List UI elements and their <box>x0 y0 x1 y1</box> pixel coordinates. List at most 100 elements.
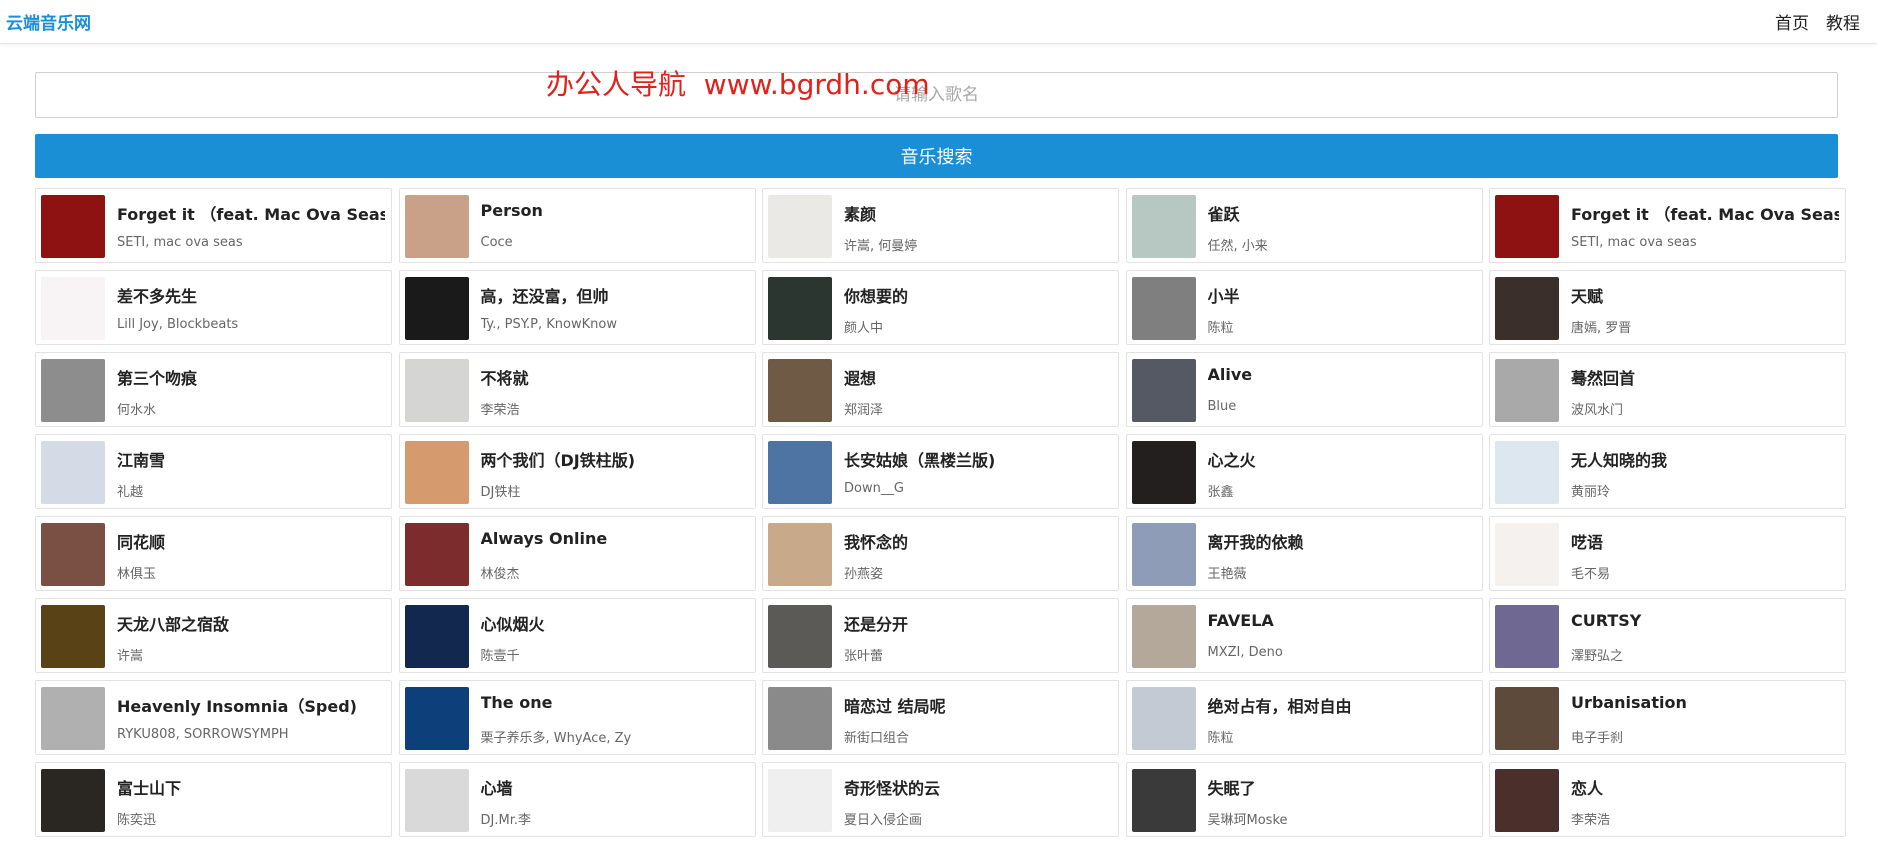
song-card[interactable]: 第三个吻痕 何水水 <box>35 352 392 427</box>
song-card[interactable]: 富士山下 陈奕迅 <box>35 762 392 837</box>
song-title[interactable]: 心之火 <box>1208 447 1476 471</box>
song-title[interactable]: 雀跃 <box>1208 201 1476 225</box>
song-title[interactable]: 无人知晓的我 <box>1571 447 1839 471</box>
song-card[interactable]: 恋人 李荣浩 <box>1489 762 1846 837</box>
song-card[interactable]: 素颜 许嵩, 何曼婷 <box>762 188 1119 263</box>
song-card[interactable]: 你想要的 颜人中 <box>762 270 1119 345</box>
album-cover[interactable] <box>1131 687 1196 750</box>
song-card[interactable]: Alive Blue <box>1125 352 1483 427</box>
song-title[interactable]: 差不多先生 <box>117 283 385 307</box>
song-title[interactable]: 江南雪 <box>117 447 385 471</box>
song-title[interactable]: 天赋 <box>1571 283 1839 307</box>
song-card[interactable]: 遐想 郑润泽 <box>762 352 1119 427</box>
album-cover[interactable] <box>1495 277 1559 340</box>
song-title[interactable]: 暗恋过 结局呢 <box>844 693 1112 717</box>
album-cover[interactable] <box>41 441 105 504</box>
song-title[interactable]: 绝对占有，相对自由 <box>1208 693 1476 717</box>
song-title[interactable]: 还是分开 <box>844 611 1112 635</box>
song-card[interactable]: 差不多先生 Lill Joy, Blockbeats <box>35 270 392 345</box>
song-card[interactable]: 心似烟火 陈壹千 <box>398 598 756 673</box>
song-title[interactable]: 失眠了 <box>1208 775 1476 799</box>
song-title[interactable]: 高，还没富，但帅 <box>481 283 749 307</box>
song-title[interactable]: 恋人 <box>1571 775 1839 799</box>
song-title[interactable]: Person <box>481 201 749 220</box>
song-card[interactable]: 高，还没富，但帅 Ty., PSY.P, KnowKnow <box>398 270 756 345</box>
nav-tutorial-link[interactable]: 教程 <box>1826 9 1860 34</box>
song-title[interactable]: 呓语 <box>1571 529 1839 553</box>
song-card[interactable]: The one 栗子养乐多, WhyAce, Zy <box>398 680 756 755</box>
song-title[interactable]: Urbanisation <box>1571 693 1839 712</box>
album-cover[interactable] <box>1131 195 1196 258</box>
album-cover[interactable] <box>1495 523 1559 586</box>
album-cover[interactable] <box>404 523 469 586</box>
album-cover[interactable] <box>1131 441 1196 504</box>
album-cover[interactable] <box>41 359 105 422</box>
album-cover[interactable] <box>404 195 469 258</box>
album-cover[interactable] <box>41 277 105 340</box>
album-cover[interactable] <box>1131 769 1196 832</box>
album-cover[interactable] <box>41 687 105 750</box>
album-cover[interactable] <box>768 195 832 258</box>
song-title[interactable]: FAVELA <box>1208 611 1476 630</box>
song-card[interactable]: 绝对占有，相对自由 陈粒 <box>1125 680 1483 755</box>
album-cover[interactable] <box>768 605 832 668</box>
song-card[interactable]: Forget it （feat. Mac Ova Seas) SETI, mac … <box>1489 188 1846 263</box>
album-cover[interactable] <box>1131 605 1196 668</box>
album-cover[interactable] <box>404 769 469 832</box>
album-cover[interactable] <box>41 605 105 668</box>
album-cover[interactable] <box>768 523 832 586</box>
album-cover[interactable] <box>768 441 832 504</box>
song-card[interactable]: Heavenly Insomnia（Sped) RYKU808, SORROWSY… <box>35 680 392 755</box>
song-title[interactable]: Always Online <box>481 529 749 548</box>
music-search-button[interactable]: 音乐搜索 <box>35 134 1838 178</box>
song-card[interactable]: 江南雪 礼越 <box>35 434 392 509</box>
album-cover[interactable] <box>1495 195 1559 258</box>
song-title[interactable]: 奇形怪状的云 <box>844 775 1112 799</box>
album-cover[interactable] <box>404 359 469 422</box>
song-card[interactable]: 天龙八部之宿敌 许嵩 <box>35 598 392 673</box>
song-card[interactable]: 还是分开 张叶蕾 <box>762 598 1119 673</box>
album-cover[interactable] <box>1131 359 1196 422</box>
song-title[interactable]: 蓦然回首 <box>1571 365 1839 389</box>
nav-home-link[interactable]: 首页 <box>1775 9 1809 34</box>
song-card[interactable]: Person Coce <box>398 188 756 263</box>
song-title[interactable]: CURTSY <box>1571 611 1839 630</box>
song-card[interactable]: 天赋 唐嫣, 罗晋 <box>1489 270 1846 345</box>
search-input[interactable] <box>35 72 1838 118</box>
song-card[interactable]: 失眠了 吴琳珂Moske <box>1125 762 1483 837</box>
song-card[interactable]: 不将就 李荣浩 <box>398 352 756 427</box>
song-card[interactable]: 奇形怪状的云 夏日入侵企画 <box>762 762 1119 837</box>
album-cover[interactable] <box>768 359 832 422</box>
song-card[interactable]: 心之火 张鑫 <box>1125 434 1483 509</box>
song-title[interactable]: 长安姑娘（黑楼兰版) <box>844 447 1112 471</box>
album-cover[interactable] <box>1495 605 1559 668</box>
album-cover[interactable] <box>768 769 832 832</box>
song-card[interactable]: Urbanisation 电子手刹 <box>1489 680 1846 755</box>
song-title[interactable]: 富士山下 <box>117 775 385 799</box>
album-cover[interactable] <box>41 195 105 258</box>
song-card[interactable]: 雀跃 任然, 小来 <box>1125 188 1483 263</box>
song-title[interactable]: Forget it （feat. Mac Ova Seas) <box>1571 201 1839 225</box>
song-card[interactable]: 同花顺 林俱玉 <box>35 516 392 591</box>
song-title[interactable]: 素颜 <box>844 201 1112 225</box>
album-cover[interactable] <box>1495 687 1559 750</box>
song-title[interactable]: 两个我们（DJ铁柱版) <box>481 447 749 471</box>
album-cover[interactable] <box>768 277 832 340</box>
album-cover[interactable] <box>1495 769 1559 832</box>
album-cover[interactable] <box>768 687 832 750</box>
album-cover[interactable] <box>41 523 105 586</box>
song-card[interactable]: 心墙 DJ.Mr.李 <box>398 762 756 837</box>
album-cover[interactable] <box>41 769 105 832</box>
album-cover[interactable] <box>1495 359 1559 422</box>
album-cover[interactable] <box>1131 523 1196 586</box>
song-card[interactable]: 我怀念的 孙燕姿 <box>762 516 1119 591</box>
song-title[interactable]: The one <box>481 693 749 712</box>
song-title[interactable]: 不将就 <box>481 365 749 389</box>
song-card[interactable]: 小半 陈粒 <box>1125 270 1483 345</box>
album-cover[interactable] <box>1131 277 1196 340</box>
song-card[interactable]: 蓦然回首 波风水门 <box>1489 352 1846 427</box>
song-title[interactable]: 我怀念的 <box>844 529 1112 553</box>
song-title[interactable]: Heavenly Insomnia（Sped) <box>117 693 385 717</box>
song-card[interactable]: 长安姑娘（黑楼兰版) Down__G <box>762 434 1119 509</box>
album-cover[interactable] <box>404 277 469 340</box>
